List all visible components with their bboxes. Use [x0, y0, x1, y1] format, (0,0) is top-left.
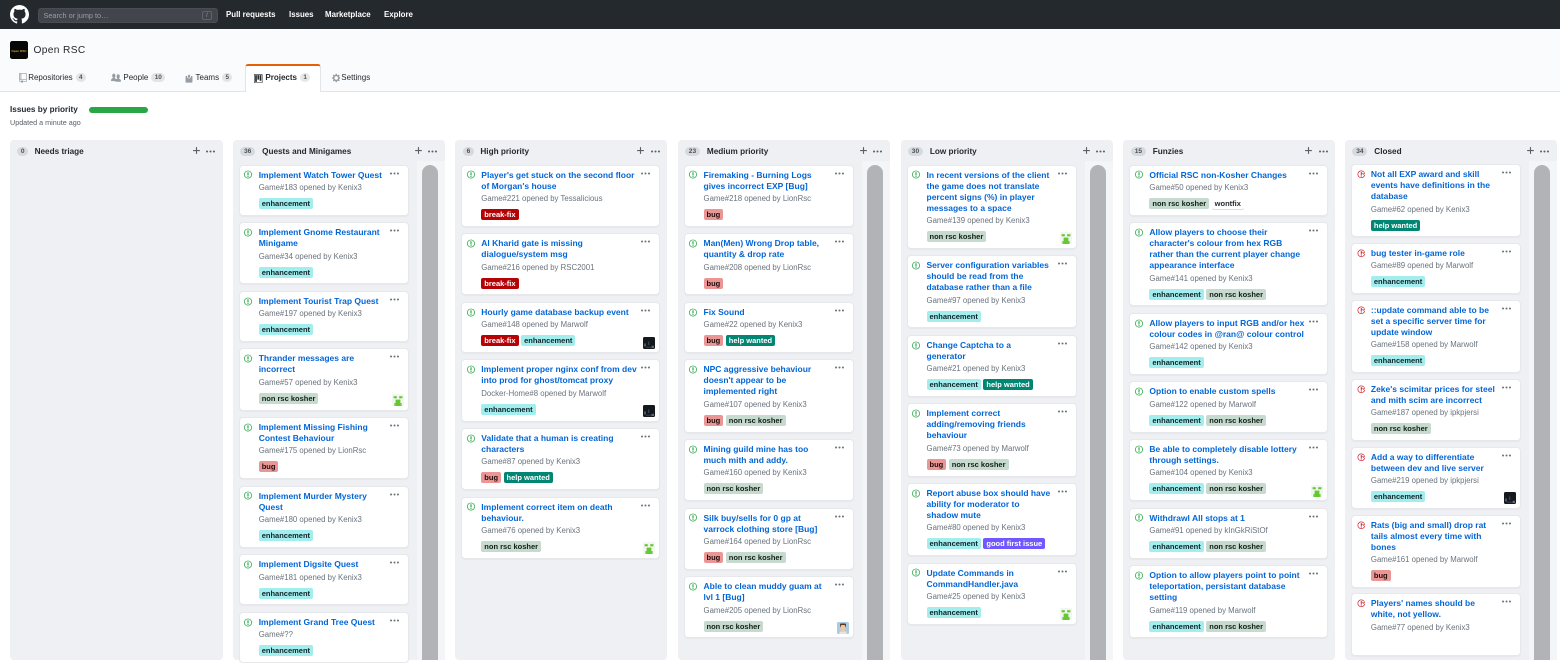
svg-text:Open RSC: Open RSC [11, 49, 27, 53]
